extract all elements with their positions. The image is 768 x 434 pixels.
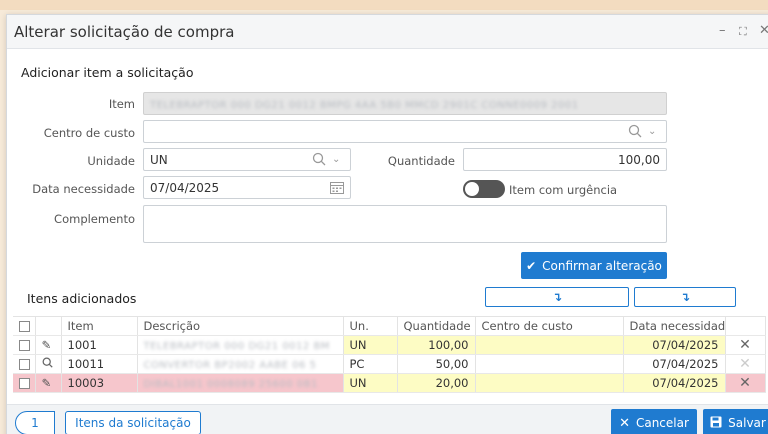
- row-checkbox[interactable]: [19, 359, 30, 370]
- row-checkbox[interactable]: [19, 378, 30, 389]
- search-icon[interactable]: [312, 152, 326, 170]
- cancel-button[interactable]: ✕ Cancelar: [611, 409, 697, 434]
- view-icon[interactable]: [35, 354, 62, 374]
- quantidade-field[interactable]: 100,00: [463, 148, 667, 171]
- move-down-button-2[interactable]: ↴: [634, 287, 736, 307]
- table-header-row: Item Descrição Un. Quantidade Centro de …: [13, 316, 766, 336]
- items-count: 1: [31, 416, 39, 430]
- urgencia-toggle[interactable]: [463, 180, 505, 198]
- column-header[interactable]: Item: [61, 316, 138, 336]
- column-header[interactable]: Centro de custo: [475, 316, 624, 336]
- cost-center-cell: [475, 354, 624, 374]
- item-code-cell: 10011: [61, 354, 138, 374]
- toggle-knob: [465, 182, 479, 196]
- data-necessidade-value: 07/04/2025: [150, 181, 220, 195]
- quantity-cell[interactable]: 20,00: [397, 373, 476, 393]
- add-item-section-title: Adicionar item a solicitação: [21, 65, 194, 80]
- maximize-icon[interactable]: ⛶: [739, 25, 747, 39]
- data-necessidade-field[interactable]: 07/04/2025: [143, 176, 351, 199]
- calendar-icon[interactable]: [330, 181, 344, 198]
- column-header[interactable]: Descrição: [137, 316, 344, 336]
- unit-cell[interactable]: UN: [343, 373, 398, 393]
- chevron-down-icon[interactable]: ⌄: [648, 126, 656, 137]
- save-button[interactable]: Salvar: [703, 409, 768, 434]
- action-header: [35, 316, 62, 336]
- cancel-icon: ✕: [619, 415, 630, 431]
- centro-custo-field[interactable]: ⌄: [143, 120, 667, 143]
- chevron-down-icon[interactable]: ⌄: [332, 154, 340, 165]
- table-row[interactable]: ✎ 10003 DIBAL1001 0008089 25600 0B1 UN 2…: [13, 373, 766, 393]
- unit-cell[interactable]: UN: [343, 335, 398, 355]
- arrow-down-icon: ↴: [679, 290, 691, 304]
- delete-icon: ✕: [725, 354, 766, 374]
- dialog-footer: 1 Itens da solicitação ✕ Cancelar Salvar: [7, 404, 768, 434]
- date-cell[interactable]: 07/04/2025: [623, 335, 726, 355]
- minimize-icon[interactable]: –: [719, 23, 726, 38]
- cancel-label: Cancelar: [635, 416, 689, 430]
- items-table: Item Descrição Un. Quantidade Centro de …: [13, 316, 766, 393]
- date-cell[interactable]: 07/04/2025: [623, 373, 726, 393]
- row-select-cell[interactable]: [13, 335, 36, 355]
- data-necessidade-label: Data necessidade: [32, 182, 135, 196]
- search-icon[interactable]: [628, 124, 642, 142]
- centro-custo-label: Centro de custo: [43, 126, 135, 140]
- confirm-change-label: Confirmar alteração: [542, 258, 662, 273]
- cost-center-cell[interactable]: [475, 373, 624, 393]
- delete-icon[interactable]: ✕: [725, 373, 766, 393]
- move-down-button-1[interactable]: ↴: [485, 287, 629, 307]
- complemento-label: Complemento: [54, 212, 135, 226]
- date-cell: 07/04/2025: [623, 354, 726, 374]
- select-all-checkbox[interactable]: [19, 321, 30, 332]
- confirm-change-button[interactable]: ✔ Confirmar alteração: [521, 252, 667, 279]
- unidade-label: Unidade: [87, 154, 135, 168]
- edit-icon[interactable]: ✎: [35, 373, 62, 393]
- save-label: Salvar: [728, 416, 766, 430]
- delete-icon[interactable]: ✕: [725, 335, 766, 355]
- items-count-badge[interactable]: 1: [15, 411, 55, 434]
- quantity-cell[interactable]: 100,00: [397, 335, 476, 355]
- background-strip: [0, 0, 768, 10]
- column-header[interactable]: Data necessidade: [623, 316, 726, 336]
- quantidade-label: Quantidade: [387, 154, 455, 168]
- item-code-cell: 1001: [61, 335, 138, 355]
- unit-cell: PC: [343, 354, 398, 374]
- row-select-cell[interactable]: [13, 354, 36, 374]
- description-cell: TELEBRAPTOR 000 DG21 0012 BM: [137, 335, 344, 355]
- check-icon: ✔: [526, 258, 537, 273]
- request-items-button[interactable]: Itens da solicitação: [65, 411, 201, 434]
- item-field: TELEBRAPTOR 000 DG21 0012 BMPG 4AA 5B0 M…: [143, 92, 667, 115]
- dialog-titlebar: Alterar solicitação de compra – ⛶ ✕: [7, 15, 768, 49]
- request-items-label: Itens da solicitação: [75, 416, 191, 430]
- table-row[interactable]: 10011 CONVERTOR BP2002 AABE 06 5 PC 50,0…: [13, 354, 766, 374]
- close-icon[interactable]: ✕: [759, 23, 768, 38]
- quantity-cell: 50,00: [397, 354, 476, 374]
- item-label: Item: [108, 97, 135, 111]
- urgencia-label: Item com urgência: [509, 183, 618, 197]
- unidade-field[interactable]: UN ⌄: [143, 148, 351, 171]
- edit-icon[interactable]: ✎: [35, 335, 62, 355]
- description-cell: DIBAL1001 0008089 25600 0B1: [137, 373, 344, 393]
- dialog-title: Alterar solicitação de compra: [14, 22, 235, 41]
- row-checkbox[interactable]: [19, 340, 30, 351]
- row-select-cell[interactable]: [13, 373, 36, 393]
- complemento-textarea[interactable]: [143, 205, 667, 243]
- column-header[interactable]: Quantidade: [397, 316, 476, 336]
- save-icon: [710, 416, 722, 431]
- arrow-down-icon: ↴: [551, 290, 563, 304]
- items-section-title: Itens adicionados: [27, 291, 137, 306]
- select-all-cell[interactable]: [13, 316, 36, 336]
- unidade-value: UN: [150, 153, 168, 167]
- quantidade-value: 100,00: [618, 153, 660, 167]
- table-row[interactable]: ✎ 1001 TELEBRAPTOR 000 DG21 0012 BM UN 1…: [13, 335, 766, 355]
- cost-center-cell[interactable]: [475, 335, 624, 355]
- edit-purchase-request-dialog: Alterar solicitação de compra – ⛶ ✕ Adic…: [6, 14, 768, 434]
- description-cell: CONVERTOR BP2002 AABE 06 5: [137, 354, 344, 374]
- item-value: TELEBRAPTOR 000 DG21 0012 BMPG 4AA 5B0 M…: [150, 100, 579, 111]
- item-code-cell: 10003: [61, 373, 138, 393]
- column-header[interactable]: Un.: [343, 316, 398, 336]
- delete-header: [725, 316, 766, 336]
